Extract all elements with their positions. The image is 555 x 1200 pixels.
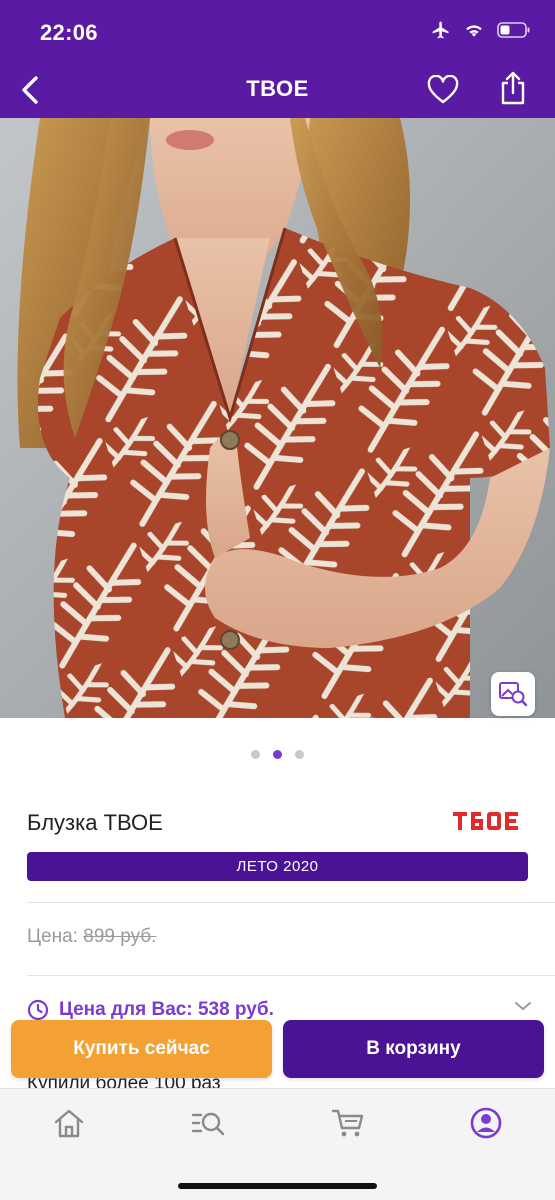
carousel-dot[interactable] (295, 750, 304, 759)
tab-catalog-search[interactable] (186, 1103, 230, 1143)
search-list-icon (191, 1112, 225, 1136)
price-row: Цена: 899 руб. (27, 926, 156, 948)
divider (27, 975, 555, 976)
tab-cart[interactable] (326, 1103, 370, 1143)
home-icon (54, 1109, 84, 1138)
favorite-button[interactable] (422, 70, 464, 110)
carousel-dot[interactable] (251, 750, 260, 759)
heart-icon (427, 75, 459, 104)
share-icon (501, 71, 525, 105)
battery-icon (497, 22, 530, 38)
home-indicator (178, 1183, 377, 1189)
carousel-dot-active[interactable] (273, 750, 282, 759)
image-search-icon (499, 682, 528, 707)
page-title: ТВОЕ (246, 76, 309, 101)
top-app-bar: ТВОЕ (0, 62, 555, 118)
cart-icon (331, 1109, 364, 1137)
brand-logo[interactable] (453, 812, 523, 837)
airplane-icon (432, 21, 449, 39)
brand-logo-mark (453, 812, 518, 830)
buy-now-button[interactable]: Купить сейчас (11, 1020, 272, 1078)
season-banner[interactable]: ЛЕТО 2020 (27, 852, 528, 881)
carousel-dots (0, 750, 555, 759)
divider (27, 902, 555, 903)
status-bar: 22:06 (0, 0, 555, 62)
wifi-icon (466, 25, 482, 37)
price-label: Цена: (27, 926, 78, 947)
chevron-down-icon (515, 1002, 531, 1011)
tab-home[interactable] (47, 1103, 91, 1143)
product-photo-illustration (0, 118, 555, 718)
tab-profile[interactable] (464, 1103, 508, 1143)
visual-search-button[interactable] (491, 672, 535, 716)
product-name: Блузка ТВОЕ (27, 810, 163, 835)
price-old: 899 руб. (83, 926, 157, 947)
profile-icon (470, 1107, 502, 1139)
clock-icon (27, 999, 49, 1021)
personal-price-label: Цена для Вас: 538 руб. (59, 999, 274, 1020)
share-button[interactable] (492, 66, 534, 110)
add-to-cart-button[interactable]: В корзину (283, 1020, 544, 1078)
status-time: 22:06 (40, 20, 98, 45)
status-icons (431, 20, 531, 40)
product-photo[interactable] (0, 118, 555, 718)
